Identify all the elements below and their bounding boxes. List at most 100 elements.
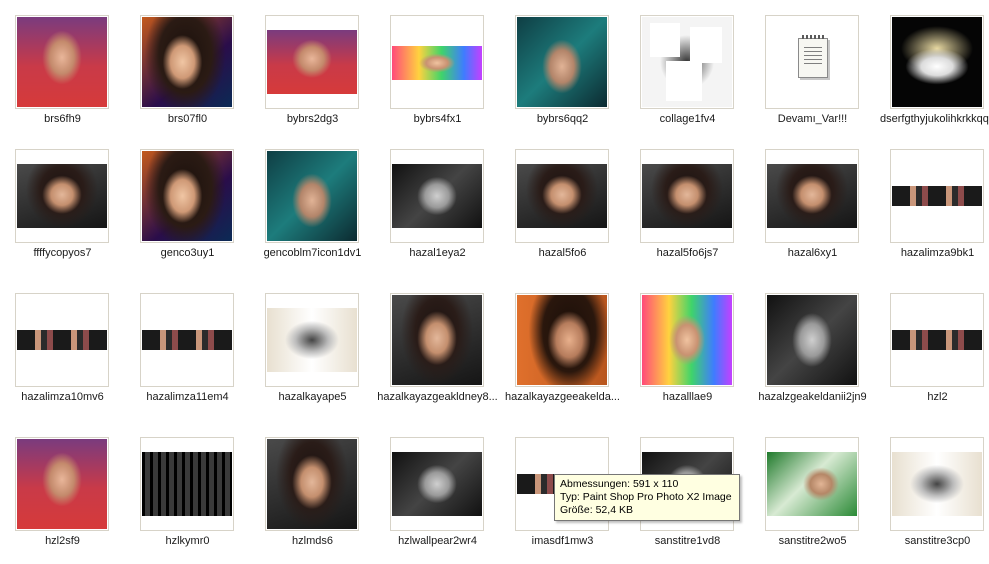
file-name-label: hazalimza11em4 — [146, 391, 229, 403]
file-thumbnail[interactable] — [890, 293, 984, 387]
file-name-label: hazal1eya2 — [409, 247, 466, 259]
file-item[interactable]: gencoblm7icon1dv1 — [250, 146, 375, 276]
file-thumbnail[interactable] — [140, 149, 234, 243]
file-item[interactable]: bybrs6qq2 — [500, 12, 625, 142]
file-item[interactable]: hzl2 — [875, 290, 989, 420]
file-item[interactable]: hazalzgeakeldanii2jn9 — [750, 290, 875, 420]
file-item[interactable]: hazal6xy1 — [750, 146, 875, 276]
file-item[interactable]: genco3uy1 — [125, 146, 250, 276]
file-item[interactable]: hazalimza10mv6 — [0, 290, 125, 420]
file-item[interactable]: hazal5fo6 — [500, 146, 625, 276]
file-thumbnail[interactable] — [890, 149, 984, 243]
file-item[interactable]: collage1fv4 — [625, 12, 750, 142]
file-name-label: bybrs2dg3 — [286, 113, 339, 125]
file-thumbnail[interactable] — [265, 149, 359, 243]
file-thumbnail[interactable] — [265, 15, 359, 109]
file-name-label: genco3uy1 — [160, 247, 215, 259]
file-name-label: gencoblm7icon1dv1 — [263, 247, 362, 259]
file-thumbnail[interactable] — [765, 149, 859, 243]
file-item[interactable]: hazalimza11em4 — [125, 290, 250, 420]
file-thumbnail[interactable] — [390, 437, 484, 531]
file-item[interactable]: bybrs2dg3 — [250, 12, 375, 142]
file-thumbnail[interactable] — [15, 293, 109, 387]
file-thumbnail[interactable] — [390, 293, 484, 387]
thumbnail-image — [517, 295, 607, 385]
file-name-label: hazalkayazgeakldney8... — [377, 391, 498, 403]
file-thumbnail[interactable] — [765, 15, 859, 109]
file-thumbnail[interactable] — [15, 437, 109, 531]
file-thumbnail[interactable] — [15, 149, 109, 243]
file-name-label: hazalzgeakeldanii2jn9 — [758, 391, 867, 403]
file-name-label: hazal6xy1 — [787, 247, 838, 259]
thumbnail-image — [17, 17, 107, 107]
file-thumbnail[interactable] — [265, 293, 359, 387]
thumbnail-image — [642, 295, 732, 385]
file-name-label: sanstitre3cp0 — [904, 535, 971, 547]
file-thumbnail[interactable] — [890, 437, 984, 531]
file-thumbnail[interactable] — [640, 293, 734, 387]
file-thumbnail[interactable] — [515, 149, 609, 243]
file-thumbnail[interactable] — [140, 15, 234, 109]
file-thumbnail[interactable] — [640, 149, 734, 243]
file-item[interactable]: dserfgthyjukolihkrkkqq6 — [875, 12, 989, 142]
file-item[interactable]: hzlwallpear2wr4 — [375, 434, 500, 564]
file-item[interactable]: hzl2sf9 — [0, 434, 125, 564]
file-thumbnail[interactable] — [890, 15, 984, 109]
thumbnail-image — [392, 164, 482, 228]
file-name-label: hazal5fo6js7 — [656, 247, 719, 259]
file-item[interactable]: sanstitre3cp0 — [875, 434, 989, 564]
file-item[interactable]: hazalkayape5 — [250, 290, 375, 420]
thumbnail-image — [142, 151, 232, 241]
thumbnail-image — [392, 46, 482, 80]
file-name-label: hazalkayazgeeakelda... — [505, 391, 620, 403]
file-thumbnail[interactable] — [15, 15, 109, 109]
file-item[interactable]: hazal5fo6js7 — [625, 146, 750, 276]
file-thumbnail[interactable] — [390, 149, 484, 243]
file-thumbnail[interactable] — [515, 293, 609, 387]
file-name-label: sanstitre1vd8 — [654, 535, 721, 547]
thumbnail-image — [892, 17, 982, 107]
file-item[interactable]: sanstitre2wo5 — [750, 434, 875, 564]
thumbnail-image — [517, 17, 607, 107]
file-name-label: collage1fv4 — [659, 113, 716, 125]
file-name-label: hazalimza10mv6 — [21, 391, 104, 403]
file-info-tooltip: Abmessungen: 591 x 110 Typ: Paint Shop P… — [554, 474, 740, 521]
file-item[interactable]: brs07fl0 — [125, 12, 250, 142]
file-name-label: hazalkayape5 — [278, 391, 347, 403]
tooltip-size: Größe: 52,4 KB — [560, 504, 633, 516]
file-item[interactable]: hazal1eya2 — [375, 146, 500, 276]
file-thumbnail[interactable] — [265, 437, 359, 531]
file-item[interactable]: hazalllae9 — [625, 290, 750, 420]
thumbnail-image — [517, 164, 607, 228]
file-name-label: bybrs4fx1 — [413, 113, 462, 125]
file-item[interactable]: hazalimza9bk1 — [875, 146, 989, 276]
file-thumbnail[interactable] — [765, 437, 859, 531]
file-item[interactable]: ffffycopyos7 — [0, 146, 125, 276]
file-item[interactable]: hzlmds6 — [250, 434, 375, 564]
thumbnail-image — [142, 452, 232, 516]
file-name-label: ffffycopyos7 — [33, 247, 92, 259]
thumbnail-image — [642, 164, 732, 228]
file-item[interactable]: bybrs4fx1 — [375, 12, 500, 142]
file-item[interactable]: Devamı_Var!!! — [750, 12, 875, 142]
file-thumbnail[interactable] — [140, 293, 234, 387]
file-name-label: bybrs6qq2 — [536, 113, 589, 125]
thumbnail-image — [892, 452, 982, 516]
file-item[interactable]: brs6fh9 — [0, 12, 125, 142]
file-item[interactable]: hzlkymr0 — [125, 434, 250, 564]
file-thumbnail[interactable] — [640, 15, 734, 109]
file-thumbnail[interactable] — [515, 15, 609, 109]
file-thumbnail[interactable] — [765, 293, 859, 387]
thumbnail-image — [17, 439, 107, 529]
file-name-label: hzl2sf9 — [45, 535, 80, 547]
file-thumbnail[interactable] — [390, 15, 484, 109]
file-name-label: hzl2 — [927, 391, 948, 403]
file-thumbnail[interactable] — [140, 437, 234, 531]
file-item[interactable]: hazalkayazgeakldney8... — [375, 290, 500, 420]
file-name-label: sanstitre2wo5 — [778, 535, 847, 547]
thumbnail-image — [267, 439, 357, 529]
file-item[interactable]: hazalkayazgeeakelda... — [500, 290, 625, 420]
thumbnail-image — [392, 452, 482, 516]
thumbnail-image — [142, 330, 232, 350]
tooltip-dimensions: Abmessungen: 591 x 110 — [560, 478, 679, 490]
